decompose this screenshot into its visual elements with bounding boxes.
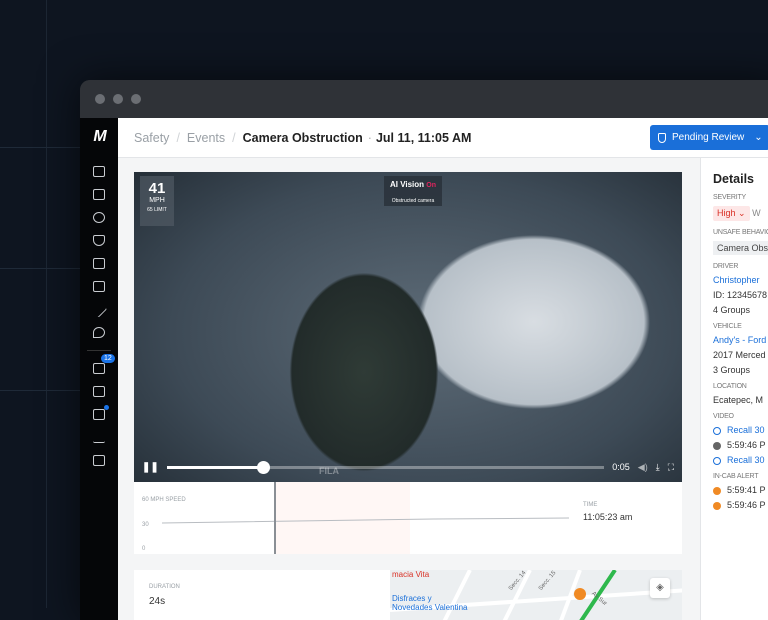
breadcrumb-events[interactable]: Events	[187, 131, 225, 145]
alert-label: IN-CAB ALERT	[713, 473, 768, 481]
recall-button[interactable]: Recall 30	[713, 425, 768, 435]
breadcrumb: Safety/ Events/ Camera Obstruction · Jul…	[118, 118, 768, 158]
layers-button[interactable]: ◈	[650, 578, 670, 598]
page-title: Camera Obstruction	[243, 131, 363, 145]
location-icon[interactable]	[93, 327, 105, 338]
video-item[interactable]: 5:59:46 P	[713, 440, 768, 450]
vehicle-link[interactable]: Andy's - Ford	[713, 335, 768, 345]
sidebar-divider	[87, 350, 111, 351]
breadcrumb-safety[interactable]: Safety	[134, 131, 169, 145]
vehicle-label: VEHICLE	[713, 323, 768, 331]
video-scrubber[interactable]	[167, 466, 604, 469]
current-time: 0:05	[612, 462, 630, 472]
map-place[interactable]: macia Vita	[392, 570, 429, 579]
video-player[interactable]: 41 MPH 65 LIMIT AI Vision On Obstructed …	[134, 172, 682, 482]
volume-icon[interactable]: ◀)	[638, 462, 648, 473]
details-panel: Details SEVERITY High ⌄ W UNSAFE BEHAVIO…	[700, 158, 768, 620]
time-label: TIME	[583, 502, 597, 508]
status-label: Pending Review	[672, 132, 744, 143]
speed-value: 41	[140, 180, 174, 197]
severity-option[interactable]: W	[752, 208, 761, 218]
vehicle-model: 2017 Merced	[713, 350, 768, 360]
location-value: Ecatepec, M	[713, 395, 768, 405]
fullscreen-icon[interactable]: ⛶	[668, 462, 674, 473]
driver-groups[interactable]: 4 Groups	[713, 305, 768, 315]
dispatch-icon[interactable]	[93, 409, 105, 420]
driver-link[interactable]: Christopher	[713, 275, 768, 285]
divider	[0, 390, 80, 391]
clipboard-icon[interactable]	[93, 455, 105, 466]
speed-unit: MPH	[140, 197, 174, 204]
ai-vision-label: AI Vision	[390, 180, 424, 189]
summary-card: DURATION 24s macia Vita Disfraces yNoved…	[134, 570, 682, 620]
document-icon[interactable]	[93, 258, 105, 269]
card-icon[interactable]	[93, 281, 105, 292]
map-place[interactable]: Disfraces yNovedades Valentina	[392, 594, 467, 612]
details-title: Details	[713, 172, 768, 186]
messages-badge: 12	[101, 354, 115, 363]
alert-item[interactable]: 5:59:41 P	[713, 485, 768, 495]
clock-icon[interactable]	[93, 212, 105, 223]
pending-review-button[interactable]: Pending Review ⌄	[650, 125, 768, 150]
logo[interactable]: M	[93, 128, 104, 146]
duration-label: DURATION	[149, 584, 180, 590]
speed-chart: 60 MPH SPEED 30 0 TIME 11:05:23 am	[134, 482, 682, 554]
behavior-label: UNSAFE BEHAVIOR	[713, 229, 768, 237]
app-window: M 12 Safety/ Events/ Camera Obstruction …	[80, 80, 768, 620]
recall-button[interactable]: Recall 30	[713, 455, 768, 465]
event-date: Jul 11, 11:05 AM	[376, 131, 471, 145]
messages-icon[interactable]: 12	[93, 363, 105, 374]
ai-vision-state: On	[426, 182, 436, 189]
ai-vision-event: Obstructed camera	[392, 198, 435, 204]
map-icon[interactable]	[93, 166, 105, 177]
speaker-icon	[713, 502, 721, 510]
wrench-icon[interactable]	[91, 301, 107, 317]
chevron-down-icon: ⌄	[754, 132, 762, 143]
driver-label: DRIVER	[713, 263, 768, 271]
speaker-icon	[713, 487, 721, 495]
reports-icon[interactable]	[93, 432, 105, 443]
divider	[0, 147, 80, 148]
divider	[0, 268, 80, 269]
severity-select[interactable]: High ⌄	[713, 206, 750, 221]
shield-icon[interactable]	[93, 235, 105, 246]
notification-dot	[104, 405, 109, 410]
shield-icon	[658, 133, 666, 143]
location-label: LOCATION	[713, 383, 768, 391]
image-icon[interactable]	[93, 189, 105, 200]
window-maximize-button[interactable]	[131, 94, 141, 104]
alert-marker-icon[interactable]	[574, 588, 586, 600]
playhead-line[interactable]	[274, 482, 276, 554]
vehicle-groups[interactable]: 3 Groups	[713, 365, 768, 375]
time-value: 11:05:23 am	[583, 512, 632, 522]
title-bar	[80, 80, 768, 118]
speed-overlay: 41 MPH 65 LIMIT	[140, 176, 174, 226]
ai-vision-overlay: AI Vision On Obstructed camera	[384, 176, 442, 206]
scrubber-handle[interactable]	[257, 461, 270, 474]
duration-value: 24s	[149, 596, 165, 607]
video-label: VIDEO	[713, 413, 768, 421]
plus-circle-icon	[713, 427, 721, 435]
pause-button[interactable]: ❚❚	[142, 462, 159, 473]
window-close-button[interactable]	[95, 94, 105, 104]
main-content: Safety/ Events/ Camera Obstruction · Jul…	[118, 118, 768, 620]
severity-label: SEVERITY	[713, 194, 768, 202]
alert-item[interactable]: 5:59:46 P	[713, 500, 768, 510]
plus-circle-icon	[713, 457, 721, 465]
camera-icon	[713, 442, 721, 450]
sidebar: M 12	[80, 118, 118, 620]
behavior-tag[interactable]: Camera Obs	[713, 241, 768, 255]
map[interactable]: macia Vita Disfraces yNovedades Valentin…	[390, 570, 682, 620]
file-icon[interactable]	[93, 386, 105, 397]
speed-limit: 65 LIMIT	[140, 207, 174, 213]
window-minimize-button[interactable]	[113, 94, 123, 104]
driver-id: ID: 12345678	[713, 290, 768, 300]
video-controls: ❚❚ 0:05 ◀) ⤓ ⛶	[134, 452, 682, 482]
download-icon[interactable]: ⤓	[656, 462, 660, 473]
